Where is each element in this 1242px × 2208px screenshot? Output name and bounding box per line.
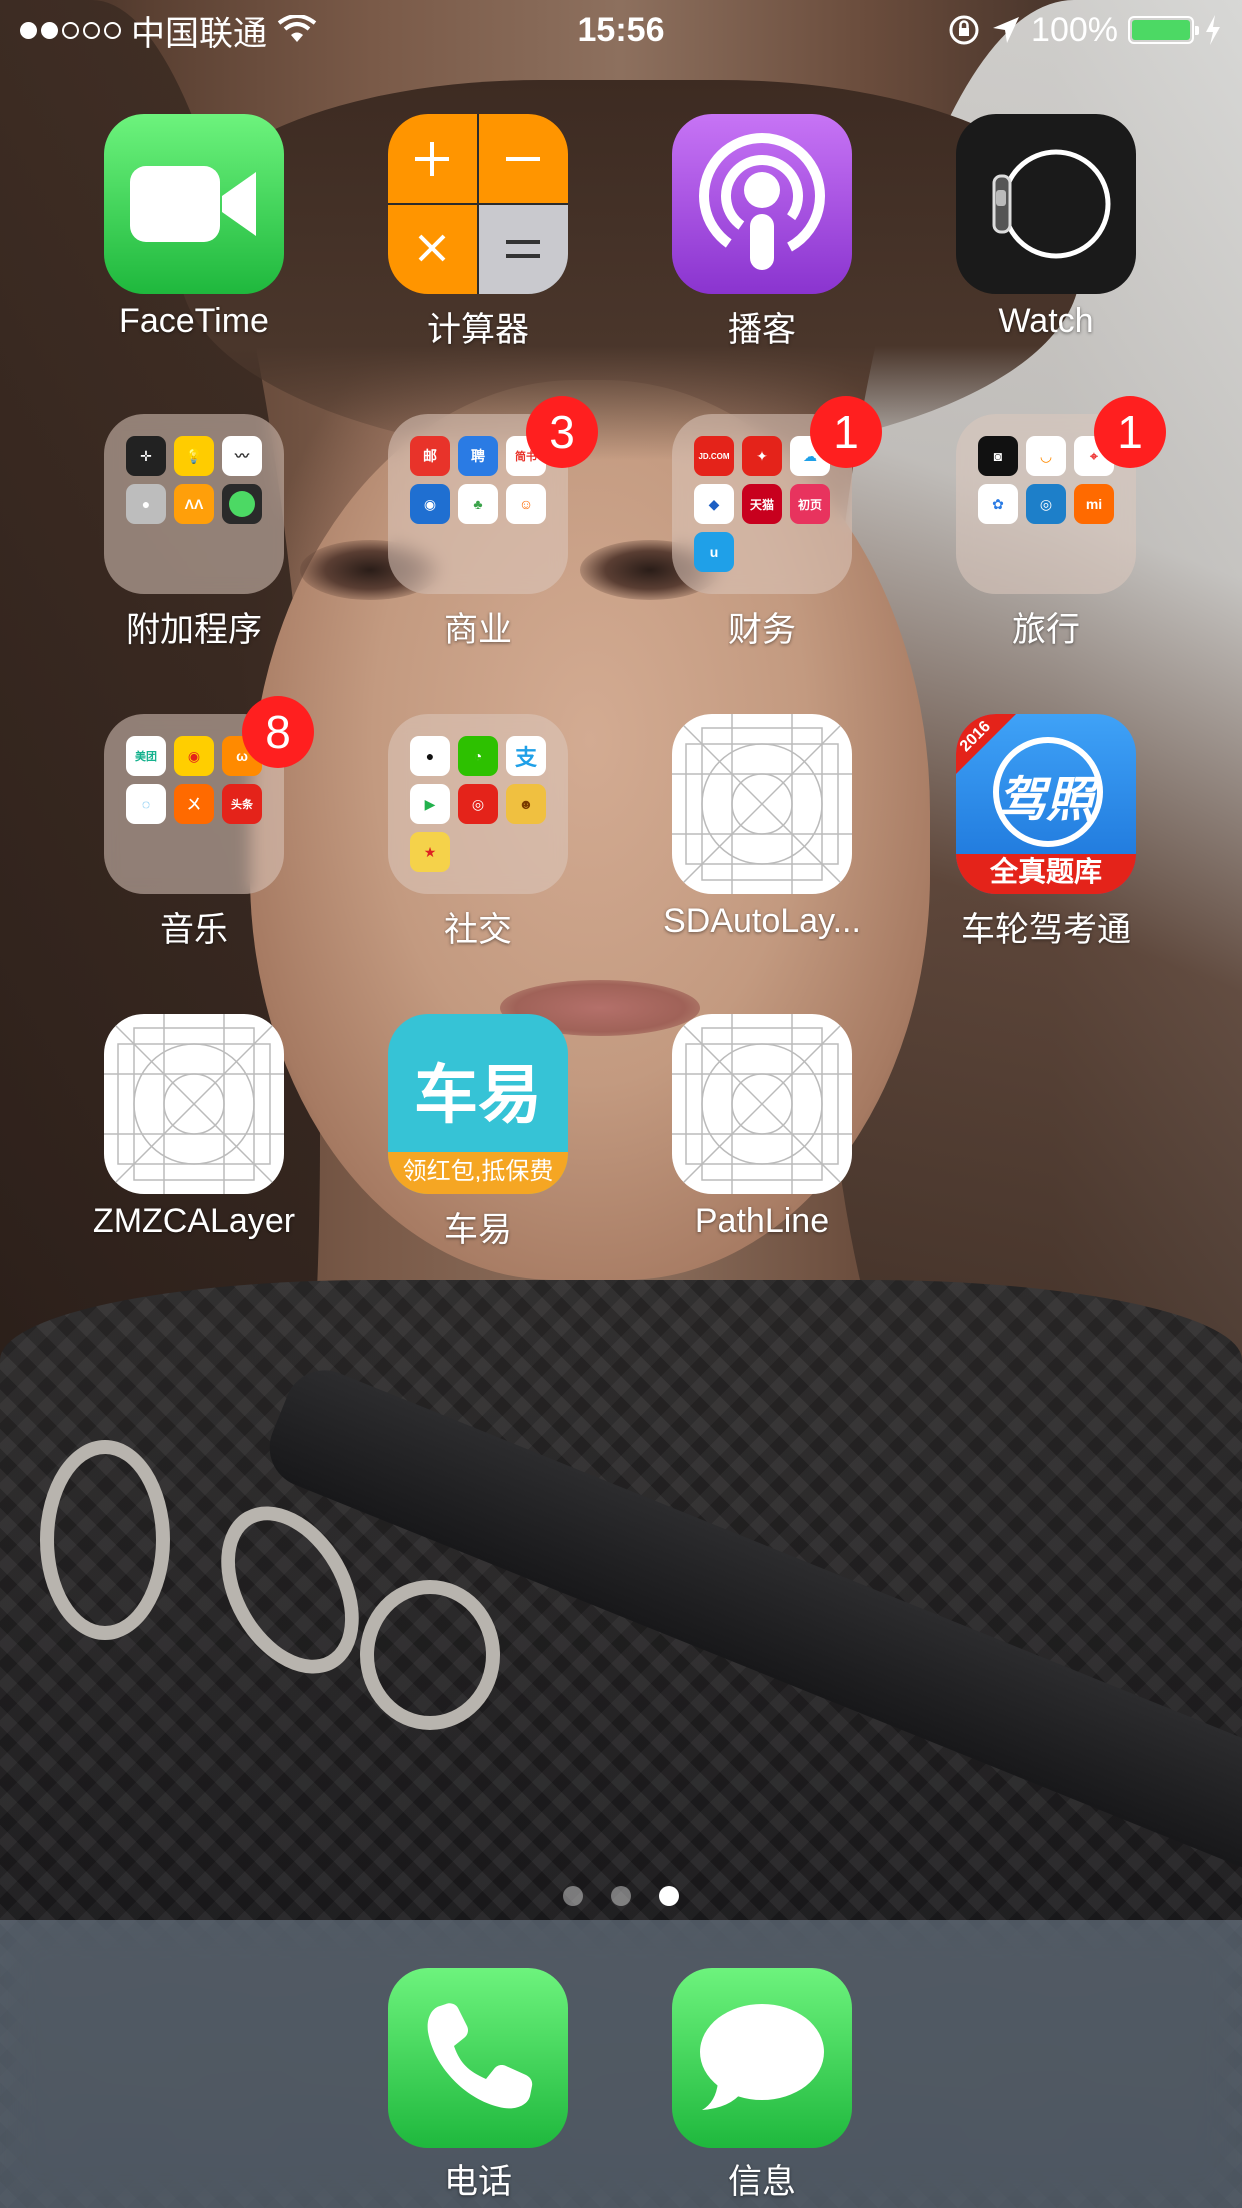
app-calculator[interactable]: 计算器 bbox=[336, 114, 620, 374]
u-app-icon: u bbox=[694, 532, 734, 572]
app-label: 商业 bbox=[444, 611, 512, 649]
notification-badge: 3 bbox=[526, 396, 598, 468]
toutiao-app-icon: 头条 bbox=[222, 784, 262, 824]
qq-app-icon: ● bbox=[410, 736, 450, 776]
notification-badge: 1 bbox=[810, 396, 882, 468]
dock: 电话 信息 bbox=[0, 1920, 1242, 2208]
bank-app-icon: ◆ bbox=[694, 484, 734, 524]
railway-app-icon: ◉ bbox=[410, 484, 450, 524]
app-pathline[interactable]: PathLine bbox=[620, 1014, 904, 1274]
loop-app-icon: ◌ bbox=[126, 784, 166, 824]
weibo-app-icon: ◉ bbox=[174, 736, 214, 776]
folder-social[interactable]: ● ◔ 支 ▶ ◎ ☻ ★ 社交 bbox=[336, 714, 620, 974]
folder-icon-wrap: ◙ ◡ ⌖ ✿ ◎ mi 1 bbox=[956, 396, 1166, 594]
app-label: PathLine bbox=[694, 1202, 830, 1240]
notification-badge: 1 bbox=[1094, 396, 1166, 468]
logo-text: 驾照 bbox=[998, 774, 1095, 827]
app-label: 计算器 bbox=[427, 311, 529, 349]
app-zmzcalayer[interactable]: ZMZCALayer bbox=[52, 1014, 336, 1274]
page-indicator[interactable] bbox=[0, 1886, 1242, 1906]
folder-icon-wrap: 美团 ◉ ω ◌ ㄨ 头条 8 bbox=[104, 696, 314, 894]
app-label: 车轮驾考通 bbox=[961, 911, 1131, 949]
app-driving-test[interactable]: 2016 驾照 全真题库 车轮驾考通 bbox=[904, 714, 1188, 974]
app-label: ZMZCALayer bbox=[92, 1202, 296, 1240]
app-label: 旅行 bbox=[1012, 611, 1080, 649]
banner-text: 全真题库 bbox=[989, 856, 1102, 887]
app-label: 播客 bbox=[728, 311, 796, 349]
game-app-icon: ☻ bbox=[506, 784, 546, 824]
red-app-icon: ✦ bbox=[742, 436, 782, 476]
uber-app-icon: ◙ bbox=[978, 436, 1018, 476]
podcasts-icon bbox=[672, 114, 852, 294]
folder-business[interactable]: 邮 聘 简书 ◉ ♣ ☺ 3 商业 bbox=[336, 396, 620, 674]
app-label: 信息 bbox=[728, 2163, 796, 2201]
find-iphone-icon bbox=[222, 484, 262, 524]
app-label: SDAutoLay... bbox=[663, 902, 861, 940]
app-sdautolayout[interactable]: SDAutoLay... bbox=[620, 714, 904, 974]
cartoon-app-icon: ★ bbox=[410, 832, 450, 872]
folder-icon-wrap: JD.COM ✦ ☁ ◆ 天猫 初页 u 1 bbox=[672, 396, 882, 594]
evernote-app-icon: ♣ bbox=[458, 484, 498, 524]
voice-memos-icon: 〰 bbox=[222, 436, 262, 476]
video-app-icon: ▶ bbox=[410, 784, 450, 824]
app-podcasts[interactable]: 播客 bbox=[620, 114, 904, 374]
watch-icon bbox=[956, 114, 1136, 294]
baidu-app-icon: ✿ bbox=[978, 484, 1018, 524]
app-label: 附加程序 bbox=[126, 611, 262, 649]
driving-test-icon: 2016 驾照 全真题库 bbox=[956, 714, 1136, 894]
app-label: 电话 bbox=[444, 2163, 512, 2201]
folder-finance[interactable]: JD.COM ✦ ☁ ◆ 天猫 初页 u 1 财务 bbox=[620, 396, 904, 674]
app-phone[interactable]: 电话 bbox=[336, 1968, 620, 2203]
jd-app-icon: JD.COM bbox=[694, 436, 734, 476]
mi-app-icon: mi bbox=[1074, 484, 1114, 524]
cheyi-icon: 车易 领红包,抵保费 bbox=[388, 1014, 568, 1194]
placeholder-app-icon bbox=[104, 1014, 284, 1194]
page-dot-active[interactable] bbox=[659, 1886, 679, 1906]
placeholder-app-icon bbox=[672, 1014, 852, 1194]
app-label: 音乐 bbox=[160, 911, 228, 949]
tips-icon: 💡 bbox=[174, 436, 214, 476]
app-label: 车易 bbox=[444, 1211, 512, 1249]
app-label: 社交 bbox=[444, 911, 512, 949]
music-app-icon: ◎ bbox=[458, 784, 498, 824]
jobs-app-icon: 聘 bbox=[458, 436, 498, 476]
phone-icon bbox=[388, 1968, 568, 2148]
contacts-icon: ● bbox=[126, 484, 166, 524]
travel-app-icon: ◎ bbox=[1026, 484, 1066, 524]
tmall-app-icon: 天猫 bbox=[742, 484, 782, 524]
meituan-app-icon: 美团 bbox=[126, 736, 166, 776]
didi-app-icon: ◡ bbox=[1026, 436, 1066, 476]
facetime-icon bbox=[104, 114, 284, 294]
folder-icon: ● ◔ 支 ▶ ◎ ☻ ★ bbox=[388, 714, 568, 894]
compass-icon: ✛ bbox=[126, 436, 166, 476]
logo-text: 车易 bbox=[414, 1059, 542, 1131]
app-grid: FaceTime 计算器 播客 Watch ✛ 💡 〰 ● ΛΛ 附加程序 邮 … bbox=[0, 0, 1242, 1900]
wechat-app-icon: ◔ bbox=[458, 736, 498, 776]
chuye-app-icon: 初页 bbox=[790, 484, 830, 524]
folder-extras[interactable]: ✛ 💡 〰 ● ΛΛ 附加程序 bbox=[52, 414, 336, 674]
app-label: Watch bbox=[998, 302, 1094, 340]
folder-icon: ✛ 💡 〰 ● ΛΛ bbox=[104, 414, 284, 594]
page-dot[interactable] bbox=[563, 1886, 583, 1906]
folder-music[interactable]: 美团 ◉ ω ◌ ㄨ 头条 8 音乐 bbox=[52, 696, 336, 974]
app-cheyi[interactable]: 车易 领红包,抵保费 车易 bbox=[336, 1014, 620, 1274]
notification-badge: 8 bbox=[242, 696, 314, 768]
page-dot[interactable] bbox=[611, 1886, 631, 1906]
app-label: FaceTime bbox=[119, 302, 269, 340]
folder-icon-wrap: 邮 聘 简书 ◉ ♣ ☺ 3 bbox=[388, 396, 598, 594]
messages-icon bbox=[672, 1968, 852, 2148]
mascot-app-icon: ☺ bbox=[506, 484, 546, 524]
find-friends-icon: ΛΛ bbox=[174, 484, 214, 524]
placeholder-app-icon bbox=[672, 714, 852, 894]
mail-app-icon: 邮 bbox=[410, 436, 450, 476]
calculator-icon bbox=[388, 114, 568, 294]
app-facetime[interactable]: FaceTime bbox=[52, 114, 336, 374]
runner-app-icon: ㄨ bbox=[174, 784, 214, 824]
app-watch[interactable]: Watch bbox=[904, 114, 1188, 374]
folder-travel[interactable]: ◙ ◡ ⌖ ✿ ◎ mi 1 旅行 bbox=[904, 396, 1188, 674]
app-label: 财务 bbox=[728, 611, 796, 649]
banner-text: 领红包,抵保费 bbox=[402, 1158, 554, 1185]
app-messages[interactable]: 信息 bbox=[620, 1968, 904, 2203]
alipay-app-icon: 支 bbox=[506, 736, 546, 776]
